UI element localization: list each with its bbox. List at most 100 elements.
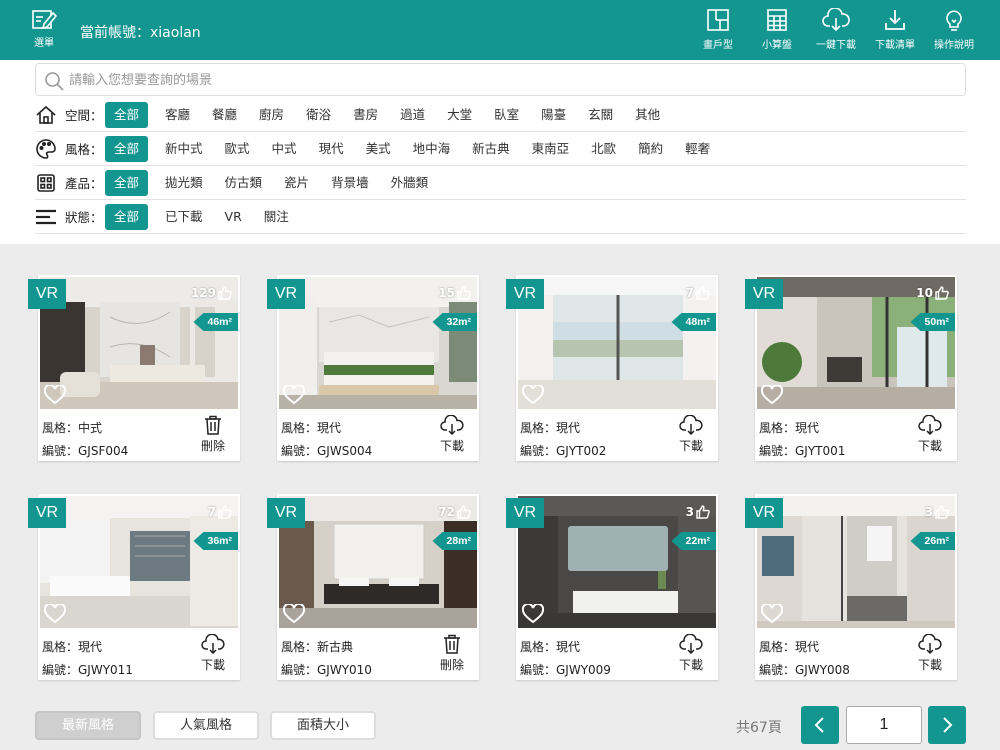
scene-card[interactable]: 72 28m² VR 風格：新古典 編號：GJWY010 刪除 [267, 494, 479, 680]
menu-button[interactable]: 選單 [30, 8, 58, 49]
filter-space-option[interactable]: 陽臺 [532, 102, 575, 128]
one-click-download-button[interactable]: 一鍵下載 [808, 8, 864, 51]
filter-space-option[interactable]: 過道 [391, 102, 434, 128]
filter-status-option[interactable]: 全部 [105, 203, 149, 230]
next-page-button[interactable] [928, 706, 966, 744]
scene-thumbnail[interactable]: 10 50m² [755, 275, 957, 411]
filter-style-option[interactable]: 美式 [357, 136, 400, 162]
filter-style-option[interactable]: 中式 [263, 136, 306, 162]
vr-badge[interactable]: VR [267, 279, 305, 309]
filter-style-option[interactable]: 歐式 [216, 136, 259, 162]
heart-favorite-icon[interactable] [761, 604, 783, 624]
thumbs-up-icon[interactable] [935, 505, 949, 519]
scene-thumbnail[interactable]: 129 46m² [38, 275, 240, 411]
vr-badge[interactable]: VR [506, 498, 544, 528]
card-action-button[interactable]: 下載 [198, 634, 228, 673]
heart-favorite-icon[interactable] [44, 385, 66, 405]
thumbs-up-icon[interactable] [935, 286, 949, 300]
card-action-button[interactable]: 刪除 [198, 415, 228, 454]
filter-product-option[interactable]: 全部 [105, 169, 149, 196]
filter-style-option[interactable]: 簡約 [629, 136, 672, 162]
scene-card[interactable]: 3 22m² VR 風格：現代 編號：GJWY009 下載 [506, 494, 718, 680]
filter-style-option[interactable]: 現代 [310, 136, 353, 162]
calculator-button[interactable]: 小算盤 [749, 8, 805, 51]
scene-card[interactable]: 15 32m² VR 風格：現代 編號：GJWS004 下載 [267, 275, 479, 461]
vr-badge[interactable]: VR [745, 279, 783, 309]
card-action-button[interactable]: 刪除 [437, 634, 467, 673]
vr-badge[interactable]: VR [28, 279, 66, 309]
card-action-button[interactable]: 下載 [676, 415, 706, 454]
vr-badge[interactable]: VR [506, 279, 544, 309]
filter-space-option[interactable]: 其他 [626, 102, 669, 128]
filter-status-option[interactable]: 已下載 [156, 204, 212, 230]
filter-product-option[interactable]: 外牆類 [382, 170, 438, 196]
card-action-button[interactable]: 下載 [437, 415, 467, 454]
help-button[interactable]: 操作說明 [926, 8, 982, 51]
filter-product-option[interactable]: 仿古類 [216, 170, 272, 196]
card-code: 編號：GJWY010 [281, 663, 372, 677]
page-number-input[interactable] [846, 706, 922, 744]
card-action-button[interactable]: 下載 [915, 634, 945, 673]
filter-status-option[interactable]: VR [216, 204, 251, 230]
scene-thumbnail[interactable]: 15 32m² [277, 275, 479, 411]
filter-style-option[interactable]: 新中式 [156, 136, 212, 162]
vr-badge[interactable]: VR [28, 498, 66, 528]
card-action-button[interactable]: 下載 [915, 415, 945, 454]
filter-style-option[interactable]: 全部 [105, 135, 149, 162]
palette-icon [36, 138, 56, 159]
filter-style-option[interactable]: 東南亞 [523, 136, 579, 162]
heart-favorite-icon[interactable] [283, 604, 305, 624]
thumbs-up-icon[interactable] [218, 505, 232, 519]
sort-popular-button[interactable]: 人氣風格 [153, 711, 259, 740]
search-input[interactable] [69, 70, 949, 90]
sort-area-button[interactable]: 面積大小 [270, 711, 376, 740]
filter-space-option[interactable]: 書房 [344, 102, 387, 128]
scene-card[interactable]: 7 48m² VR 風格：現代 編號：GJYT002 下載 [506, 275, 718, 461]
card-action-button[interactable]: 下載 [676, 634, 706, 673]
filter-style-option[interactable]: 新古典 [463, 136, 519, 162]
filter-product-option[interactable]: 背景墻 [322, 170, 378, 196]
scene-thumbnail[interactable]: 7 48m² [516, 275, 718, 411]
filter-space-option[interactable]: 廚房 [250, 102, 293, 128]
filter-space-option[interactable]: 客廳 [156, 102, 199, 128]
scene-thumbnail[interactable]: 72 28m² [277, 494, 479, 630]
card-style: 風格：現代 [759, 640, 820, 654]
filter-product-option[interactable]: 拋光類 [156, 170, 212, 196]
heart-favorite-icon[interactable] [761, 385, 783, 405]
thumbs-up-icon[interactable] [218, 286, 232, 300]
vr-badge[interactable]: VR [745, 498, 783, 528]
heart-favorite-icon[interactable] [522, 604, 544, 624]
thumbs-up-icon[interactable] [696, 286, 710, 300]
floorplan-button[interactable]: 畫戶型 [690, 8, 746, 51]
filter-space-option[interactable]: 全部 [105, 101, 149, 128]
filter-product-option[interactable]: 瓷片 [275, 170, 318, 196]
scene-card[interactable]: 10 50m² VR 風格：現代 編號：GJYT001 下載 [745, 275, 957, 461]
thumbs-up-icon[interactable] [696, 505, 710, 519]
filter-space-option[interactable]: 臥室 [485, 102, 528, 128]
heart-favorite-icon[interactable] [283, 385, 305, 405]
scene-card[interactable]: 129 46m² VR 風格：中式 編號：GJSF004 刪除 [28, 275, 240, 461]
scene-thumbnail[interactable]: 3 22m² [516, 494, 718, 630]
filter-space-option[interactable]: 餐廳 [203, 102, 246, 128]
download-list-button[interactable]: 下載清單 [867, 8, 923, 51]
scene-thumbnail[interactable]: 7 36m² [38, 494, 240, 630]
filter-space-option[interactable]: 玄關 [579, 102, 622, 128]
card-info: 風格：現代 編號：GJYT002 下載 [516, 411, 718, 461]
prev-page-button[interactable] [801, 706, 839, 744]
scene-card[interactable]: 3 26m² VR 風格：現代 編號：GJWY008 下載 [745, 494, 957, 680]
scene-thumbnail[interactable]: 3 26m² [755, 494, 957, 630]
heart-favorite-icon[interactable] [44, 604, 66, 624]
heart-favorite-icon[interactable] [522, 385, 544, 405]
filter-space-option[interactable]: 大堂 [438, 102, 481, 128]
filter-space-option[interactable]: 衛浴 [297, 102, 340, 128]
filter-style-option[interactable]: 地中海 [404, 136, 460, 162]
thumbs-up-icon[interactable] [457, 505, 471, 519]
vr-badge[interactable]: VR [267, 498, 305, 528]
scene-card[interactable]: 7 36m² VR 風格：現代 編號：GJWY011 下載 [28, 494, 240, 680]
card-style: 風格：中式 [42, 421, 103, 435]
sort-newest-button[interactable]: 最新風格 [35, 711, 141, 740]
filter-style-option[interactable]: 北歐 [582, 136, 625, 162]
filter-style-option[interactable]: 輕奢 [676, 136, 719, 162]
filter-status-option[interactable]: 關注 [255, 204, 298, 230]
thumbs-up-icon[interactable] [457, 286, 471, 300]
